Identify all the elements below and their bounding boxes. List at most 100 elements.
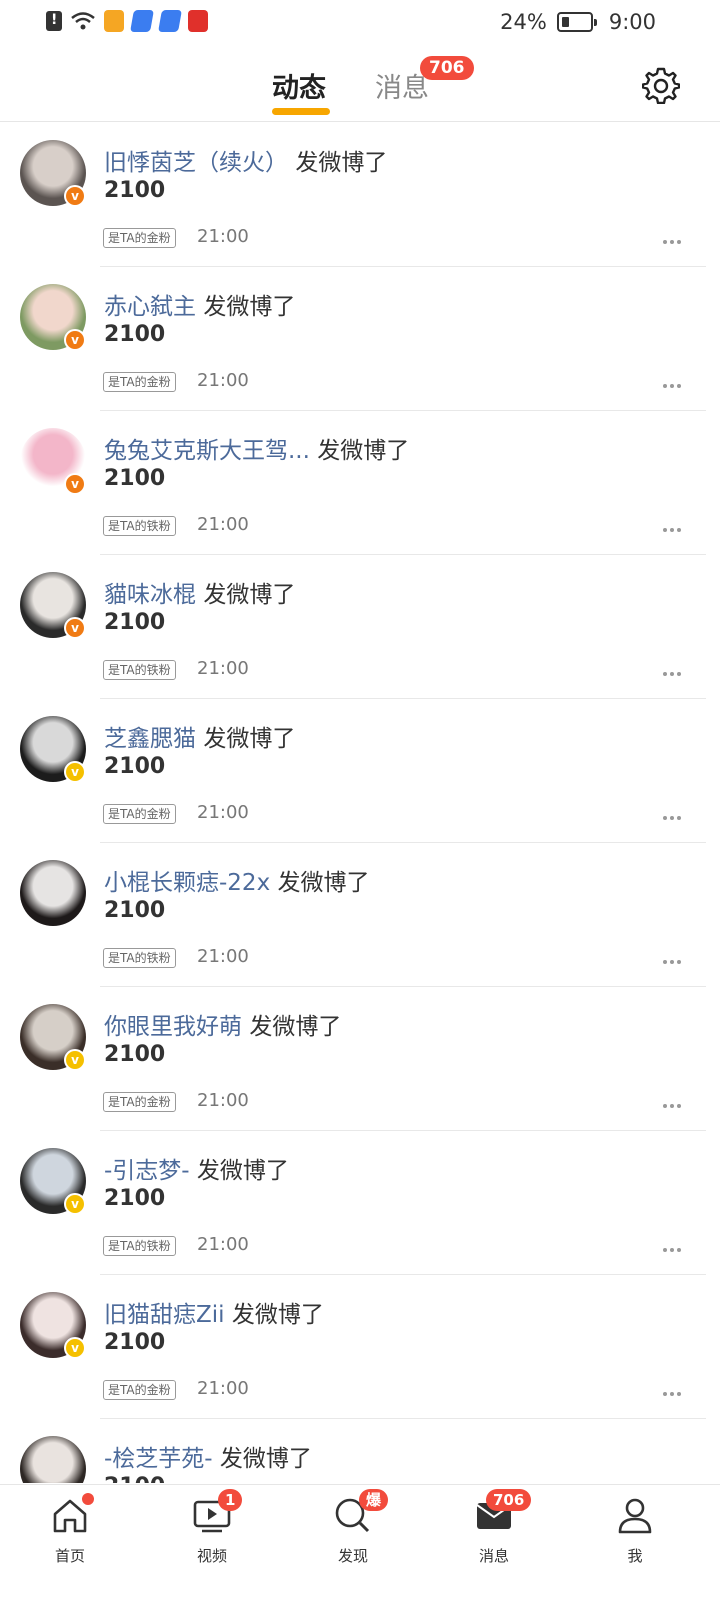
battery-icon bbox=[556, 12, 597, 32]
avatar[interactable] bbox=[20, 860, 86, 926]
tab-messages-label: 消息 bbox=[375, 73, 429, 104]
username-link[interactable]: 貓味冰棍 bbox=[104, 582, 196, 608]
feed-item[interactable]: 小棍长颗痣-22x 发微博了 2100 是TA的铁粉 21:00 bbox=[0, 843, 720, 987]
nav-profile[interactable]: 我 bbox=[595, 1495, 675, 1566]
more-options-icon[interactable] bbox=[663, 517, 685, 532]
username-link[interactable]: -桧芝芋苑- bbox=[104, 1446, 213, 1472]
nav-discover[interactable]: 爆 发现 bbox=[313, 1489, 393, 1566]
action-text: 发微博了 bbox=[231, 1302, 324, 1328]
more-options-icon[interactable] bbox=[663, 805, 685, 820]
verified-badge-icon: v bbox=[64, 329, 86, 351]
post-count: 2100 bbox=[104, 610, 166, 635]
post-count: 2100 bbox=[104, 1474, 165, 1483]
discover-hot-badge: 爆 bbox=[359, 1489, 389, 1511]
active-tab-underline bbox=[272, 108, 330, 115]
action-text: 发微博了 bbox=[203, 582, 296, 608]
nav-video[interactable]: 1 视频 bbox=[172, 1489, 252, 1566]
status-icons-left bbox=[46, 10, 208, 32]
nav-home-label: 首页 bbox=[54, 1547, 85, 1565]
nav-home[interactable]: 首页 bbox=[30, 1493, 110, 1566]
post-count: 2100 bbox=[104, 754, 166, 779]
feed-item[interactable]: v -引志梦- 发微博了 2100 是TA的铁粉 21:00 bbox=[0, 1131, 720, 1275]
verified-badge-icon: v bbox=[64, 1337, 86, 1359]
more-options-icon[interactable] bbox=[663, 373, 685, 388]
timestamp: 21:00 bbox=[197, 802, 249, 823]
verified-badge-icon: v bbox=[64, 185, 86, 207]
fan-level-tag: 是TA的金粉 bbox=[103, 1092, 176, 1112]
fan-level-tag: 是TA的金粉 bbox=[103, 804, 176, 824]
username-link[interactable]: 你眼里我好萌 bbox=[104, 1014, 242, 1040]
messages-nav-badge: 706 bbox=[486, 1489, 532, 1511]
post-count: 2100 bbox=[104, 322, 166, 347]
username-link[interactable]: 小棍长颗痣-22x bbox=[104, 870, 270, 896]
timestamp: 21:00 bbox=[197, 1234, 249, 1255]
verified-badge-icon: v bbox=[64, 1193, 86, 1215]
more-options-icon[interactable] bbox=[663, 1237, 685, 1252]
username-link[interactable]: 芝鑫腮猫 bbox=[104, 726, 196, 752]
verified-badge-icon: v bbox=[64, 473, 86, 495]
post-count: 2100 bbox=[104, 1186, 166, 1211]
feed-item-title: 旧猫甜痣Zii 发微博了 bbox=[104, 1295, 324, 1329]
username-link[interactable]: 赤心弑主 bbox=[104, 294, 196, 320]
username-link[interactable]: 兔兔艾克斯大王驾... bbox=[104, 438, 310, 464]
feed-item[interactable]: v 旧猫甜痣Zii 发微博了 2100 是TA的金粉 21:00 bbox=[0, 1275, 720, 1419]
feed-item[interactable]: -桧芝芋苑- 发微博了 2100 bbox=[0, 1419, 720, 1483]
weibo-app-icon bbox=[104, 10, 124, 32]
video-badge: 1 bbox=[218, 1489, 243, 1511]
home-unread-dot bbox=[82, 1493, 94, 1505]
action-text: 发微博了 bbox=[219, 1446, 312, 1472]
post-count: 2100 bbox=[104, 1330, 166, 1355]
feed-item[interactable]: v 貓味冰棍 发微博了 2100 是TA的铁粉 21:00 bbox=[0, 555, 720, 699]
feed-item[interactable]: v 兔兔艾克斯大王驾... 发微博了 2100 是TA的铁粉 21:00 bbox=[0, 411, 720, 555]
more-options-icon[interactable] bbox=[663, 1093, 685, 1108]
more-options-icon[interactable] bbox=[663, 1381, 685, 1396]
tab-dynamic[interactable]: 动态 bbox=[272, 66, 330, 115]
top-tab-bar: 动态 消息 706 bbox=[0, 48, 720, 122]
fan-level-tag: 是TA的铁粉 bbox=[103, 660, 176, 680]
messages-count-badge: 706 bbox=[420, 56, 474, 80]
timestamp: 21:00 bbox=[197, 226, 249, 247]
fan-level-tag: 是TA的铁粉 bbox=[103, 948, 176, 968]
app-notification-icon-2 bbox=[158, 10, 182, 32]
nav-discover-label: 发现 bbox=[337, 1547, 368, 1565]
verified-badge-icon: v bbox=[64, 761, 86, 783]
timestamp: 21:00 bbox=[197, 370, 249, 391]
tab-dynamic-label: 动态 bbox=[272, 73, 326, 104]
fan-level-tag: 是TA的金粉 bbox=[103, 1380, 176, 1400]
action-text: 发微博了 bbox=[203, 294, 296, 320]
action-text: 发微博了 bbox=[249, 1014, 342, 1040]
feed-item-title: 芝鑫腮猫 发微博了 bbox=[104, 719, 295, 753]
username-link[interactable]: 旧猫甜痣Zii bbox=[104, 1302, 225, 1328]
post-count: 2100 bbox=[104, 178, 166, 203]
status-bar: 24% 9:00 bbox=[0, 0, 720, 48]
post-count: 2100 bbox=[104, 466, 166, 491]
feed-item[interactable]: v 芝鑫腮猫 发微博了 2100 是TA的金粉 21:00 bbox=[0, 699, 720, 843]
post-count: 2100 bbox=[104, 898, 166, 923]
feed-item-title: 貓味冰棍 发微博了 bbox=[104, 575, 295, 609]
battery-percent: 24% bbox=[500, 10, 547, 34]
feed-item[interactable]: v 旧悸茵芝（续火） 发微博了 2100 是TA的金粉 21:00 bbox=[0, 123, 720, 267]
feed-item[interactable]: v 你眼里我好萌 发微博了 2100 是TA的金粉 21:00 bbox=[0, 987, 720, 1131]
nav-profile-label: 我 bbox=[627, 1547, 643, 1565]
action-text: 发微博了 bbox=[295, 150, 388, 176]
avatar[interactable] bbox=[20, 1436, 86, 1483]
fan-level-tag: 是TA的金粉 bbox=[103, 372, 176, 392]
more-options-icon[interactable] bbox=[663, 661, 685, 676]
nav-messages[interactable]: 706 消息 bbox=[454, 1489, 534, 1566]
action-text: 发微博了 bbox=[317, 438, 410, 464]
shopping-app-icon bbox=[188, 10, 208, 32]
more-options-icon[interactable] bbox=[663, 229, 685, 244]
nav-video-label: 视频 bbox=[196, 1547, 227, 1565]
gear-icon[interactable] bbox=[642, 66, 680, 104]
username-link[interactable]: 旧悸茵芝（续火） bbox=[104, 150, 288, 176]
timestamp: 21:00 bbox=[197, 946, 249, 967]
action-text: 发微博了 bbox=[277, 870, 370, 896]
action-text: 发微博了 bbox=[196, 1158, 289, 1184]
feed-item[interactable]: v 赤心弑主 发微博了 2100 是TA的金粉 21:00 bbox=[0, 267, 720, 411]
verified-badge-icon: v bbox=[64, 617, 86, 639]
alert-icon bbox=[46, 11, 62, 31]
fan-level-tag: 是TA的铁粉 bbox=[103, 1236, 176, 1256]
fan-level-tag: 是TA的金粉 bbox=[103, 228, 176, 248]
username-link[interactable]: -引志梦- bbox=[104, 1158, 190, 1184]
more-options-icon[interactable] bbox=[663, 949, 685, 964]
